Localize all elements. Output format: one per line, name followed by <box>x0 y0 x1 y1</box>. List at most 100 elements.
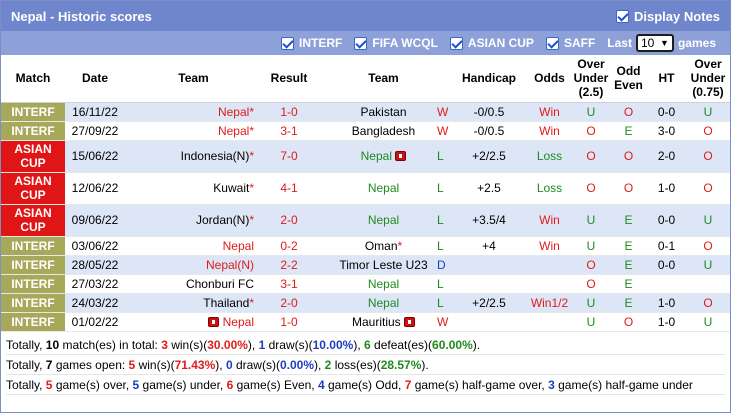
match-score[interactable]: 2-0 <box>262 204 316 237</box>
summary-text: game(s) half-game under <box>554 377 693 392</box>
match-date: 27/03/22 <box>65 274 125 294</box>
away-team-name[interactable]: Nepal <box>368 277 399 291</box>
match-date: 15/06/22 <box>65 140 125 173</box>
header-ht: HT <box>647 55 686 103</box>
handicap-cell: L +4 <box>437 236 527 256</box>
checkbox-icon[interactable] <box>449 36 463 50</box>
league-name: ASIAN <box>14 174 52 188</box>
filter-saff[interactable]: SAFF <box>545 36 595 50</box>
result-wdl: W <box>437 104 449 119</box>
checkbox-icon[interactable] <box>354 36 368 50</box>
summary-text: game(s) half-game over, <box>411 377 549 392</box>
star-mark: * <box>249 123 254 138</box>
summary-text: game(s) under, <box>139 377 227 392</box>
star-mark: * <box>397 238 403 253</box>
summary-value: 10.00% <box>312 337 354 352</box>
league-badge[interactable]: INTERF <box>1 293 65 313</box>
display-notes-toggle[interactable]: Display Notes <box>616 9 720 24</box>
league-badge[interactable]: ASIAN CUP <box>1 204 65 237</box>
match-date: 24/03/22 <box>65 293 125 313</box>
odds-result: Win <box>527 236 572 256</box>
match-score[interactable]: 1-0 <box>262 312 316 332</box>
match-score[interactable]: 3-1 <box>262 274 316 294</box>
match-score[interactable]: 2-0 <box>262 293 316 313</box>
away-team-name[interactable]: Pakistan <box>360 105 406 119</box>
table-row: INTERF 01/02/22 Nepal 1-0 Mauritius W U O 1-0 U <box>1 312 730 332</box>
match-score[interactable]: 3-1 <box>262 121 316 141</box>
summary-value: 3 <box>548 377 555 392</box>
result-wdl: W <box>437 314 449 329</box>
away-team-name[interactable]: Bangladesh <box>352 124 415 138</box>
league-badge[interactable]: INTERF <box>1 121 65 141</box>
away-team-name[interactable]: Nepal <box>361 149 392 163</box>
last-games-value: 10 <box>640 36 655 50</box>
handicap-cell: L +3.5/4 <box>437 204 527 237</box>
table-row: ASIAN CUP 15/06/22 Indonesia(N)* 7-0 Nepal L +… <box>1 140 730 173</box>
checkbox-icon[interactable] <box>616 9 630 23</box>
odd-even: E <box>610 293 647 313</box>
match-score[interactable]: 2-2 <box>262 255 316 275</box>
summary-value: 28.57% <box>380 357 422 372</box>
scores-table: Match Date Team Result Team Handicap Odd… <box>1 55 730 332</box>
summary-text: ), <box>314 357 325 372</box>
summary-open: Totally, 7 games open: 5 win(s)(71.43%),… <box>6 355 725 375</box>
home-team-name[interactable]: Nepal <box>218 124 249 138</box>
over-under-075: O <box>686 140 730 173</box>
half-time-score: 1-0 <box>647 293 686 313</box>
over-under-075: O <box>686 121 730 141</box>
summary-text: game(s) Even, <box>233 377 318 392</box>
result-wdl: L <box>437 276 444 291</box>
summary-value: 3 <box>161 337 168 352</box>
filter-interf[interactable]: INTERF <box>281 36 342 50</box>
away-team-name[interactable]: Nepal <box>368 296 399 310</box>
home-team-name[interactable]: Kuwait <box>213 181 249 195</box>
away-team-name[interactable]: Nepal <box>368 213 399 227</box>
home-team-name[interactable]: Nepal(N) <box>206 258 254 272</box>
over-under-075: O <box>686 172 730 205</box>
league-badge[interactable]: INTERF <box>1 236 65 256</box>
away-team-name[interactable]: Oman <box>365 239 398 253</box>
summary-matches: Totally, 10 match(es) in total: 3 win(s)… <box>6 335 725 355</box>
home-team-name[interactable]: Jordan(N) <box>196 213 249 227</box>
summary-value: 60.00% <box>432 337 473 352</box>
home-team-name[interactable]: Nepal <box>218 105 249 119</box>
odds-result: Win1/2 <box>527 293 572 313</box>
home-team-name[interactable]: Chonburi FC <box>186 277 254 291</box>
league-badge[interactable]: INTERF <box>1 274 65 294</box>
odds-result <box>527 255 572 275</box>
summary-value: 6 <box>364 337 371 352</box>
handicap-cell: W -0/0.5 <box>437 102 527 122</box>
home-team: Nepal <box>125 236 262 256</box>
match-score[interactable]: 1-0 <box>262 102 316 122</box>
checkbox-icon[interactable] <box>545 36 559 50</box>
checkbox-icon[interactable] <box>281 36 295 50</box>
header-over-under-075: Over Under (0.75) <box>686 55 730 103</box>
league-badge[interactable]: INTERF <box>1 312 65 332</box>
display-notes-label: Display Notes <box>634 8 720 24</box>
handicap-cell: W <box>437 312 527 332</box>
home-team-name[interactable]: Nepal <box>223 315 254 329</box>
home-team-name[interactable]: Nepal <box>223 239 254 253</box>
match-score[interactable]: 4-1 <box>262 172 316 205</box>
home-team-name[interactable]: Indonesia(N) <box>181 149 250 163</box>
away-team-name[interactable]: Nepal <box>368 181 399 195</box>
filter-fifa-wcql[interactable]: FIFA WCQL <box>354 36 438 50</box>
league-badge[interactable]: INTERF <box>1 255 65 275</box>
match-score[interactable]: 0-2 <box>262 236 316 256</box>
away-team-name[interactable]: Timor Leste U23 <box>339 258 427 272</box>
league-badge[interactable]: INTERF <box>1 102 65 122</box>
header-over-under-25: Over Under (2.5) <box>572 55 610 103</box>
away-team-name[interactable]: Mauritius <box>352 315 401 329</box>
header-handicap: Handicap <box>451 55 527 103</box>
home-team-name[interactable]: Thailand <box>203 296 249 310</box>
league-badge[interactable]: ASIAN CUP <box>1 140 65 173</box>
over-under-25: O <box>572 172 610 205</box>
summary-value: 4 <box>317 377 325 392</box>
league-badge[interactable]: ASIAN CUP <box>1 172 65 205</box>
last-games-select[interactable]: 10 ▼ <box>635 34 674 52</box>
filter-asian-cup[interactable]: ASIAN CUP <box>449 36 534 50</box>
handicap-cell: L <box>437 274 527 294</box>
historic-scores-panel: Nepal - Historic scores Display Notes IN… <box>0 0 731 413</box>
match-date: 28/05/22 <box>65 255 125 275</box>
match-score[interactable]: 7-0 <box>262 140 316 173</box>
